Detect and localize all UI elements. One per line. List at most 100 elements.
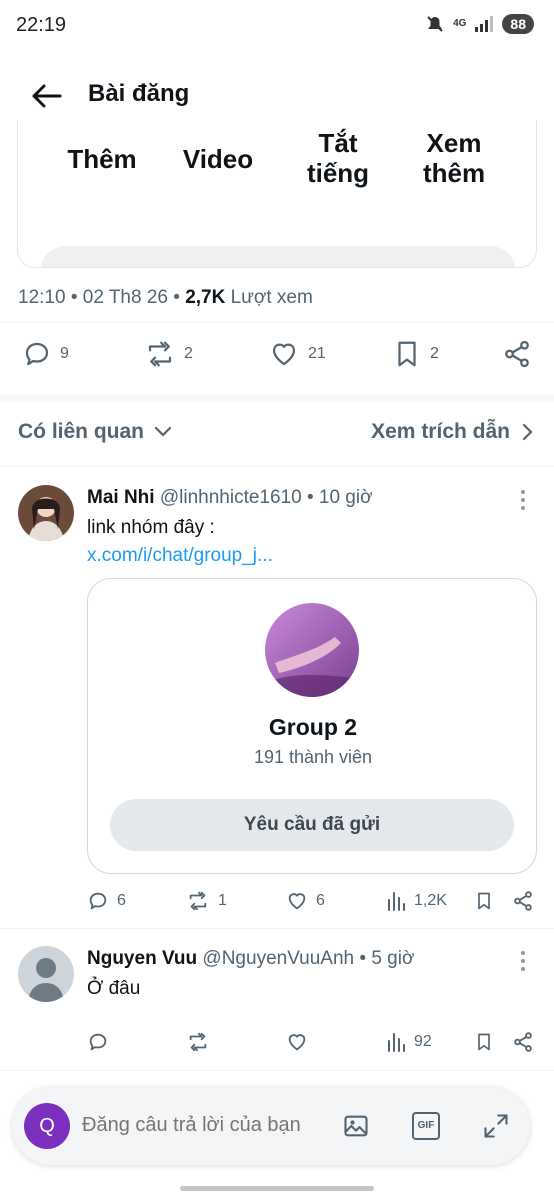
media-card: Thêm Video Tắt tiếng Xem thêm bbox=[17, 120, 537, 268]
image-icon bbox=[344, 1115, 368, 1137]
author-name[interactable]: Mai Nhi bbox=[87, 487, 155, 508]
share-icon bbox=[514, 891, 532, 911]
more-option[interactable]: Thêm bbox=[62, 144, 142, 174]
expand-icon bbox=[484, 1114, 508, 1138]
repost-icon bbox=[189, 1032, 207, 1052]
user-avatar[interactable]: Q bbox=[24, 1103, 70, 1149]
group-member-count: 191 thành viên bbox=[253, 747, 373, 767]
reply-text: Ở đâu bbox=[87, 978, 141, 999]
chevron-down-icon bbox=[154, 426, 172, 437]
more-icon bbox=[521, 951, 525, 971]
reply-button[interactable]: 9 bbox=[22, 339, 69, 369]
avatar[interactable] bbox=[18, 946, 74, 1002]
share-icon bbox=[505, 340, 529, 368]
like-icon bbox=[288, 1034, 306, 1051]
reply-icon bbox=[25, 342, 49, 366]
media-card-bar bbox=[40, 246, 516, 267]
views-icon bbox=[388, 892, 405, 911]
share-button[interactable] bbox=[512, 1031, 534, 1053]
gif-icon: GIF bbox=[417, 1120, 435, 1131]
battery-indicator: 88 bbox=[502, 14, 534, 34]
post-meta: 12:10 • 02 Th8 26 • 2,7K Lượt xem bbox=[18, 287, 313, 309]
page-title: Bài đăng bbox=[88, 80, 190, 107]
reply-text: link nhóm đây : bbox=[87, 517, 215, 538]
group-card[interactable]: Group 2 191 thành viên Yêu cầu đã gửi bbox=[87, 578, 537, 874]
reply-header: Mai Nhi @linhnhicte1610 • 10 giờ bbox=[87, 487, 373, 509]
divider bbox=[0, 322, 554, 323]
gif-button[interactable]: GIF bbox=[412, 1112, 440, 1140]
reply-link[interactable]: x.com/i/chat/group_j... bbox=[87, 545, 273, 567]
more-icon bbox=[521, 490, 525, 510]
more-button[interactable] bbox=[518, 950, 528, 972]
reply-input[interactable] bbox=[82, 1114, 332, 1137]
network-indicator: 4G bbox=[453, 18, 467, 29]
like-icon bbox=[288, 893, 306, 910]
reply-count: 6 bbox=[117, 892, 126, 909]
author-handle-time: @NguyenVuuAnh • 5 giờ bbox=[202, 948, 415, 969]
post-actions: 9 2 21 2 bbox=[0, 335, 554, 375]
avatar[interactable] bbox=[18, 485, 74, 541]
like-count: 21 bbox=[308, 345, 326, 362]
like-button[interactable]: 21 bbox=[268, 339, 326, 369]
home-indicator[interactable] bbox=[180, 1186, 374, 1191]
like-button[interactable]: 6 bbox=[286, 890, 325, 912]
reply-button[interactable] bbox=[87, 1031, 117, 1053]
bookmark-count: 2 bbox=[430, 345, 439, 362]
reply-header: Nguyen Vuu @NguyenVuuAnh • 5 giờ bbox=[87, 948, 414, 970]
see-more-option[interactable]: Xem thêm bbox=[414, 128, 494, 188]
status-bar: 22:19 4G 88 bbox=[0, 0, 554, 52]
mute-icon bbox=[425, 14, 445, 34]
share-icon bbox=[514, 1032, 532, 1052]
signal-icon bbox=[474, 15, 494, 33]
views-button[interactable]: 92 bbox=[386, 1031, 432, 1053]
author-handle-time: @linhnhicte1610 • 10 giờ bbox=[159, 487, 373, 508]
back-arrow-icon bbox=[32, 84, 62, 108]
like-count: 6 bbox=[316, 892, 325, 909]
divider bbox=[0, 1070, 554, 1071]
status-icons: 4G 88 bbox=[425, 14, 534, 34]
views-count: 2,7K bbox=[185, 287, 226, 308]
repost-button[interactable] bbox=[186, 1031, 218, 1053]
reply-icon bbox=[89, 892, 107, 910]
bookmark-button[interactable]: 2 bbox=[392, 339, 439, 369]
bookmark-button[interactable] bbox=[474, 890, 494, 912]
view-quotes-label: Xem trích dẫn bbox=[371, 420, 510, 443]
views-count: 1,2K bbox=[414, 892, 447, 909]
repost-button[interactable]: 2 bbox=[144, 339, 193, 369]
request-sent-button[interactable]: Yêu cầu đã gửi bbox=[110, 799, 514, 851]
video-option[interactable]: Video bbox=[178, 144, 258, 174]
view-quotes-button[interactable]: Xem trích dẫn bbox=[371, 420, 534, 444]
share-button[interactable] bbox=[512, 890, 534, 912]
repost-button[interactable]: 1 bbox=[186, 890, 227, 912]
expand-button[interactable] bbox=[482, 1112, 510, 1140]
reply-button[interactable]: 6 bbox=[87, 890, 126, 912]
bookmark-icon bbox=[478, 892, 490, 910]
reply-composer: Q GIF bbox=[12, 1087, 530, 1165]
views-label: Lượt xem bbox=[225, 287, 313, 308]
share-button[interactable] bbox=[502, 339, 532, 369]
repost-count: 2 bbox=[184, 345, 193, 362]
views-count: 92 bbox=[414, 1033, 432, 1050]
group-name: Group 2 bbox=[268, 714, 358, 740]
like-icon bbox=[272, 343, 296, 366]
repost-count: 1 bbox=[218, 892, 227, 909]
add-image-button[interactable] bbox=[342, 1112, 370, 1140]
views-button[interactable]: 1,2K bbox=[386, 890, 447, 912]
status-time: 22:19 bbox=[16, 14, 67, 36]
chevron-right-icon bbox=[522, 423, 533, 441]
post-timestamp: 12:10 • 02 Th8 26 • bbox=[18, 287, 186, 308]
bookmark-button[interactable] bbox=[474, 1031, 494, 1053]
more-button[interactable] bbox=[518, 489, 528, 511]
back-button[interactable] bbox=[30, 82, 62, 110]
views-icon bbox=[388, 1033, 405, 1052]
group-avatar bbox=[265, 603, 359, 697]
sort-relevance-button[interactable]: Có liên quan bbox=[18, 420, 172, 444]
mute-option[interactable]: Tắt tiếng bbox=[298, 128, 378, 188]
like-button[interactable] bbox=[286, 1031, 316, 1053]
section-divider bbox=[0, 394, 554, 402]
reply-count: 9 bbox=[60, 345, 69, 362]
sort-label: Có liên quan bbox=[18, 420, 144, 443]
author-name[interactable]: Nguyen Vuu bbox=[87, 948, 197, 969]
repost-icon bbox=[148, 341, 172, 367]
repost-icon bbox=[189, 891, 207, 911]
